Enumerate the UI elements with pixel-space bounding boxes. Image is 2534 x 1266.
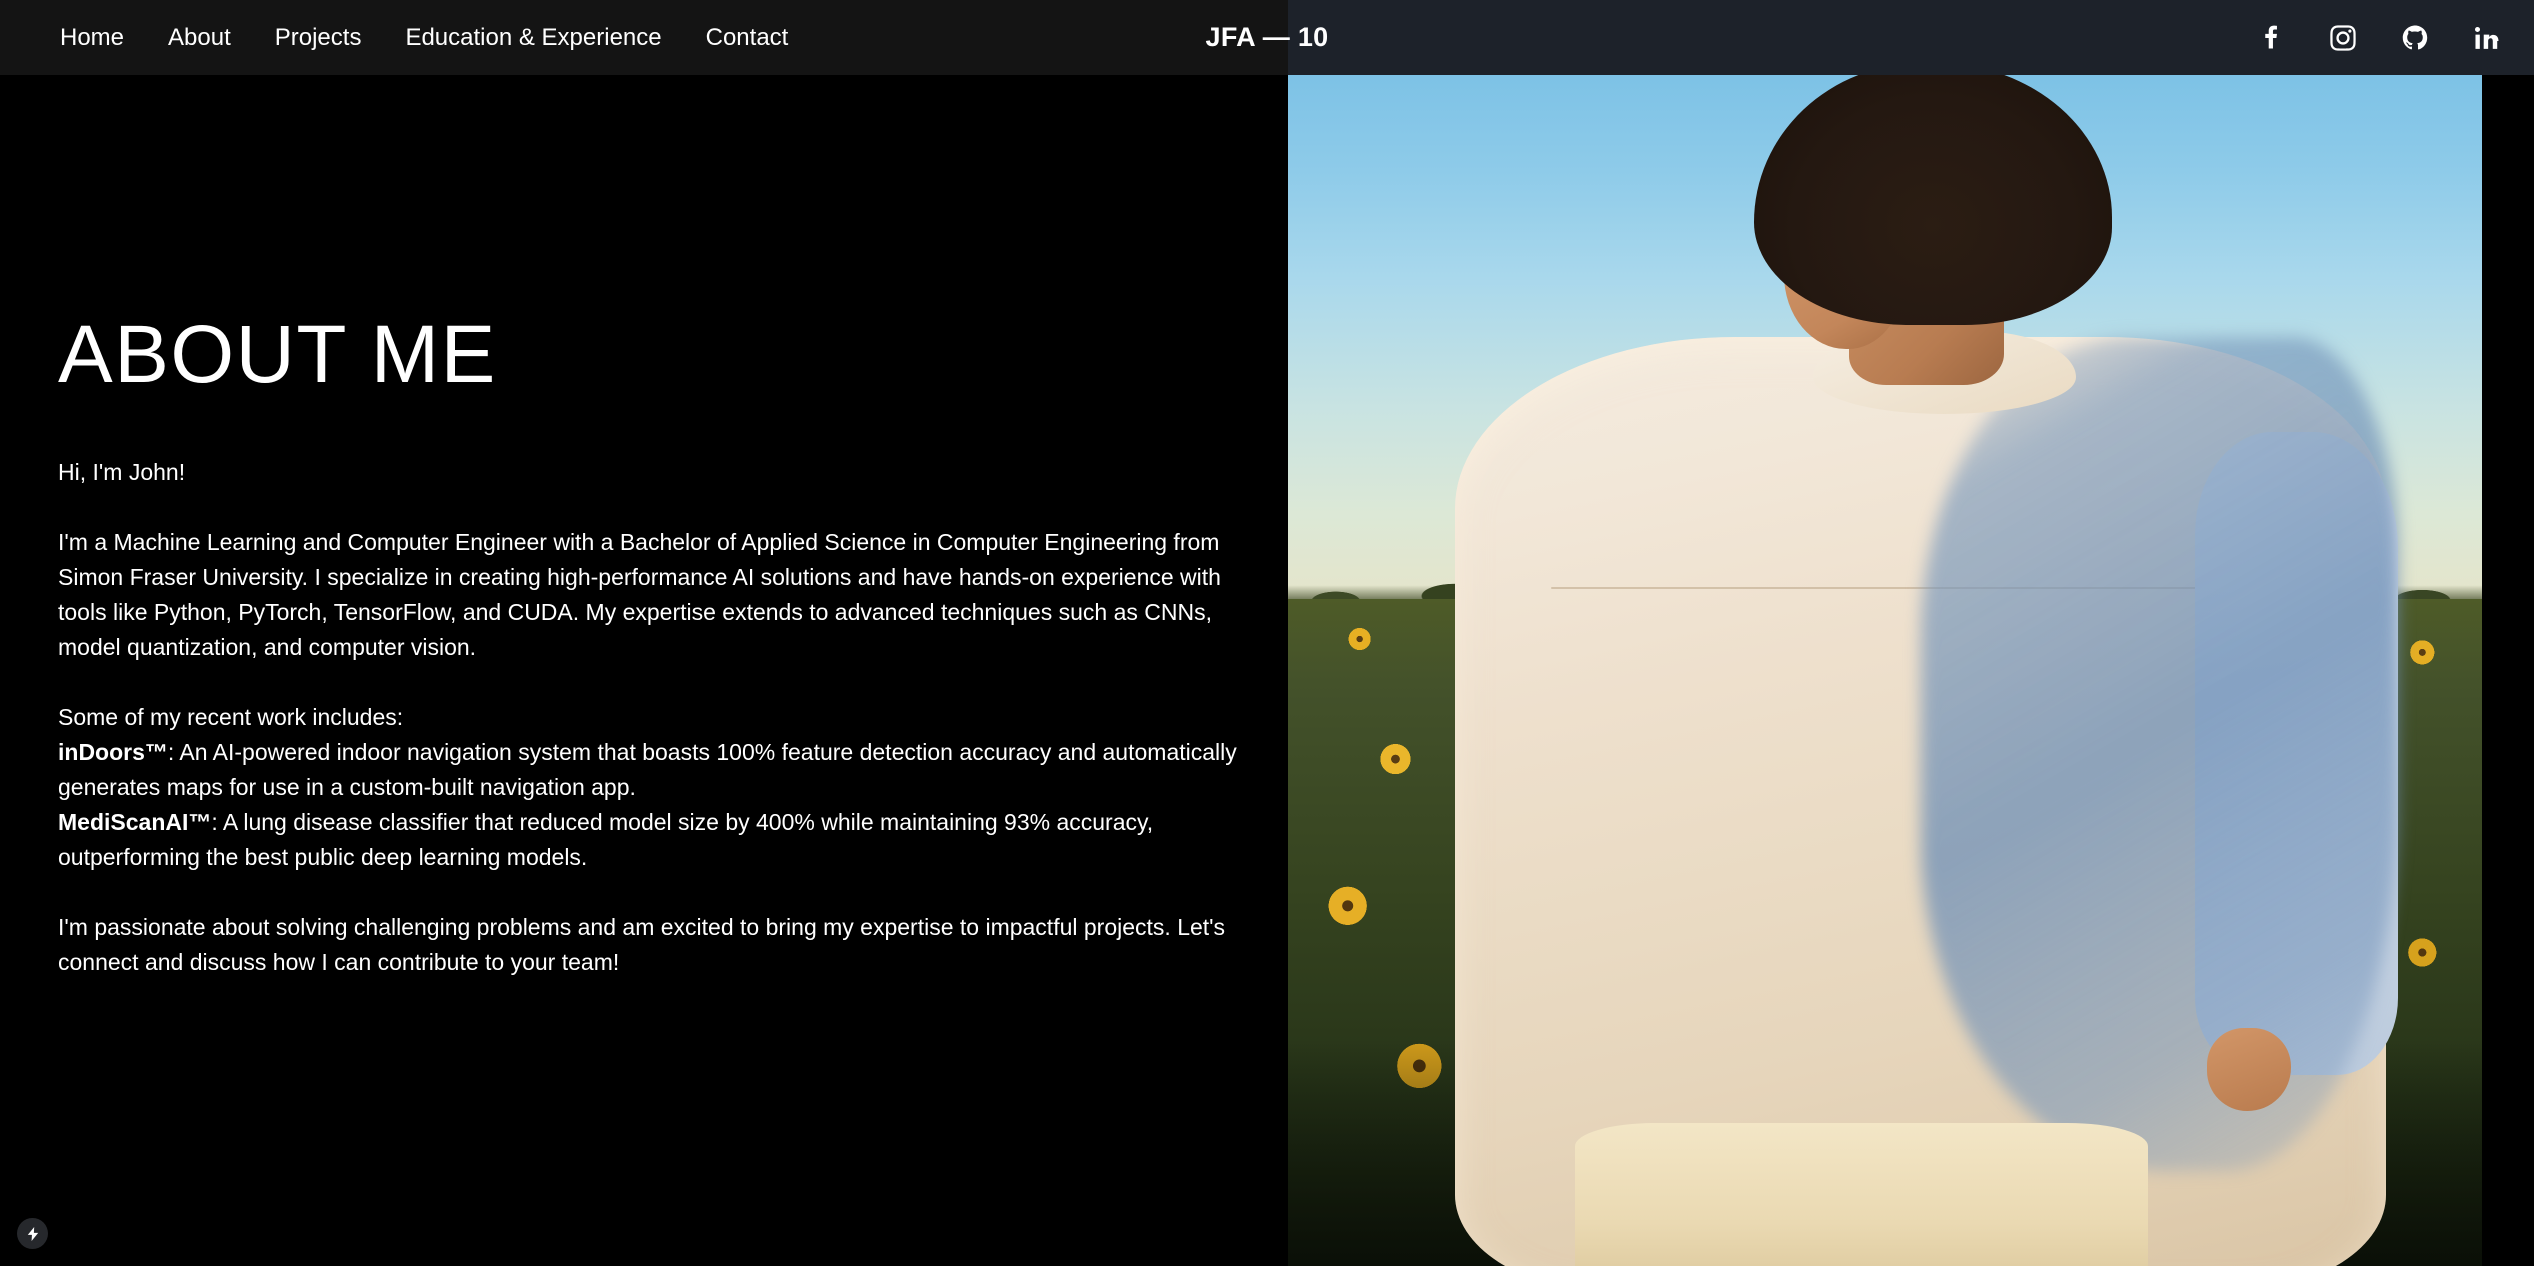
photo-sunflower-field <box>1288 75 2482 1266</box>
photo-person-hair <box>1753 75 2112 326</box>
page-title: ABOUT ME <box>58 309 497 400</box>
work-heading: Some of my recent work includes: <box>58 704 404 730</box>
nav-link-home[interactable]: Home <box>38 0 146 75</box>
project-item: inDoors™: An AI-powered indoor navigatio… <box>58 735 1238 805</box>
photo-person <box>1288 75 2482 1266</box>
nav-link-education-experience[interactable]: Education & Experience <box>383 0 683 75</box>
linkedin-icon[interactable] <box>2474 25 2500 51</box>
social-links <box>2258 0 2500 75</box>
project-description: An AI-powered indoor navigation system t… <box>58 739 1237 800</box>
photo-person-pants <box>1574 1123 2148 1266</box>
instagram-icon[interactable] <box>2330 24 2356 51</box>
nav-link-about[interactable]: About <box>146 0 253 75</box>
project-separator: : <box>167 739 180 765</box>
intro-paragraph: I'm a Machine Learning and Computer Engi… <box>58 529 1221 660</box>
about-section: ABOUT ME Hi, I'm John! I'm a Machine Lea… <box>0 75 1288 1266</box>
main-navigation: Home About Projects Education & Experien… <box>0 0 810 75</box>
nav-link-contact[interactable]: Contact <box>684 0 811 75</box>
site-header: Home About Projects Education & Experien… <box>0 0 2534 75</box>
project-name: MediScanAI™ <box>58 809 212 835</box>
project-item: MediScanAI™: A lung disease classifier t… <box>58 805 1238 875</box>
photo-cast-shadow <box>1920 337 2399 1171</box>
lightning-bolt-icon[interactable] <box>17 1218 48 1249</box>
greeting-text: Hi, I'm John! <box>58 459 186 485</box>
hero-photo <box>1288 75 2482 1266</box>
closing-paragraph: I'm passionate about solving challenging… <box>58 914 1226 975</box>
lightning-bolt-glyph <box>27 1226 38 1241</box>
nav-link-projects[interactable]: Projects <box>253 0 384 75</box>
github-icon[interactable] <box>2402 25 2428 51</box>
facebook-icon[interactable] <box>2258 25 2284 51</box>
project-name: inDoors™ <box>58 739 168 765</box>
project-description: A lung disease classifier that reduced m… <box>58 809 1154 870</box>
project-separator: : <box>211 809 223 835</box>
about-body: Hi, I'm John! I'm a Machine Learning and… <box>58 455 1238 980</box>
